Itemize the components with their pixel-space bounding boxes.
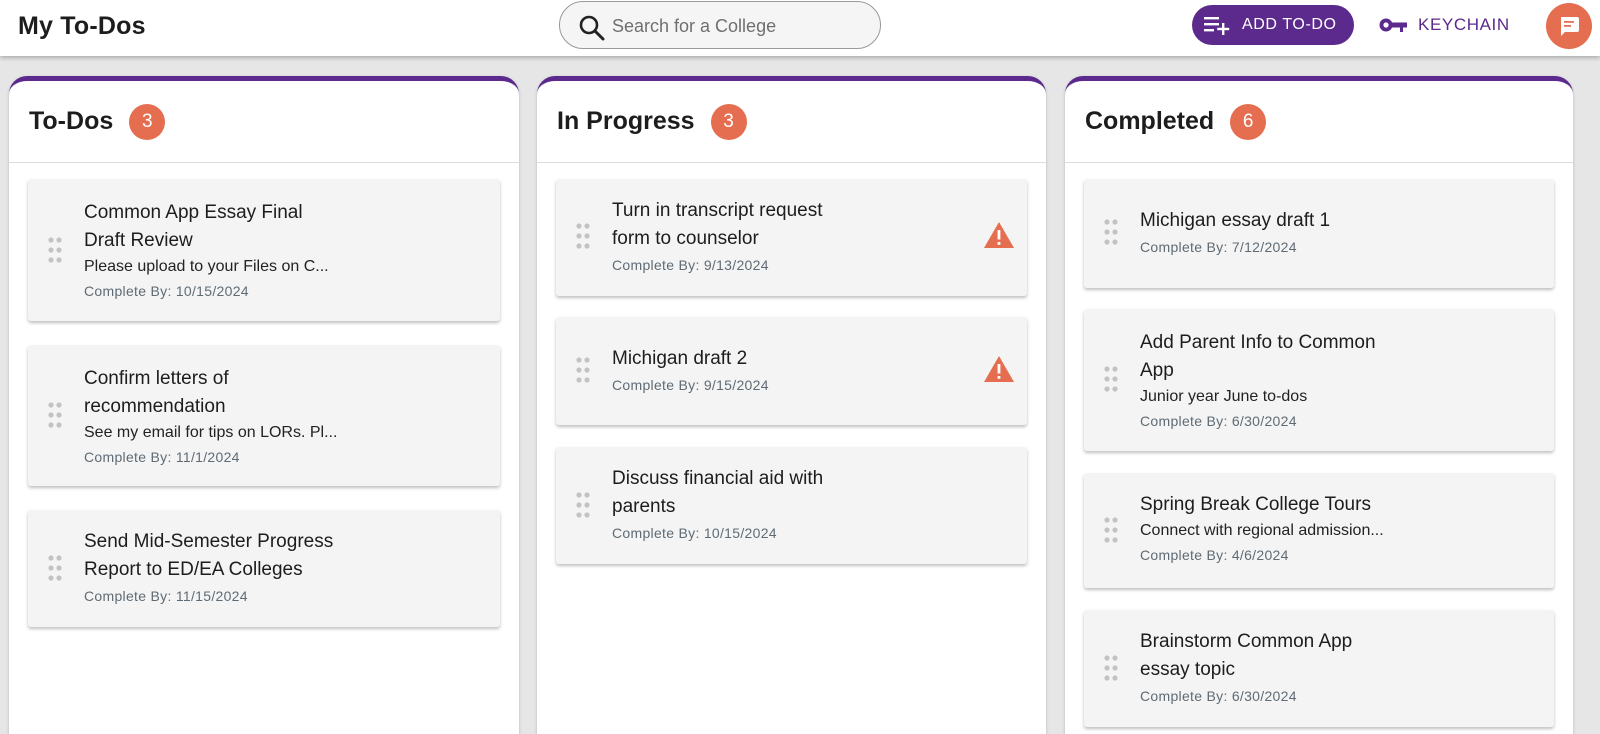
todo-card[interactable]: Common App Essay Final Draft Review Plea… [28,179,500,321]
column-in-progress: In Progress 3 Turn in transcript request… [537,76,1046,734]
card-title: Draft Review [84,230,193,251]
chat-icon [1561,17,1579,36]
column-header: To-Dos 3 [9,81,519,163]
card-due-date: Complete By: 11/1/2024 [84,449,240,465]
column-title: Completed [1085,107,1215,135]
card-due-date: Complete By: 7/12/2024 [1140,239,1297,255]
card-title: Add Parent Info to Common [1140,332,1376,353]
drag-handle-icon[interactable] [47,237,63,263]
todo-card[interactable]: Confirm letters of recommendation See my… [28,345,500,486]
college-search[interactable] [559,1,881,49]
app-header: My To-Dos ADD TO-DO KEYCHAIN [0,0,1600,56]
card-title: form to counselor [612,228,759,249]
drag-handle-icon[interactable] [575,492,591,518]
card-title: Discuss financial aid with [612,468,824,489]
drag-handle-icon[interactable] [47,555,63,581]
todo-card[interactable]: Spring Break College Tours Connect with … [1084,473,1554,588]
warning-triangle-icon [984,356,1014,382]
warning-triangle-icon [984,222,1014,248]
playlist-add-icon [1204,17,1230,35]
count-badge: 3 [710,103,747,140]
card-title: Confirm letters of [84,368,229,389]
drag-handle-icon[interactable] [47,402,63,428]
card-description: Junior year June to-dos [1140,388,1308,405]
count-badge: 3 [129,103,166,140]
card-title: parents [612,496,676,517]
drag-handle-icon[interactable] [1103,219,1119,245]
card-title: Michigan essay draft 1 [1140,210,1331,231]
card-title: Common App Essay Final [84,202,303,223]
todo-card[interactable]: Michigan draft 2 Complete By: 9/15/2024 [556,317,1027,425]
drag-handle-icon[interactable] [575,223,591,249]
page-title: My To-Dos [18,12,146,40]
drag-handle-icon[interactable] [1103,517,1119,543]
card-title: Michigan draft 2 [612,348,748,369]
card-due-date: Complete By: 6/30/2024 [1140,688,1297,704]
count-badge: 6 [1230,103,1267,140]
card-title: App [1140,360,1174,381]
card-title: Brainstorm Common App [1140,631,1353,652]
card-title: Spring Break College Tours [1140,494,1371,515]
card-title: essay topic [1140,659,1236,680]
card-due-date: Complete By: 9/13/2024 [612,257,769,273]
column-todos: To-Dos 3 Common App Essay Final Draft Re… [9,76,519,734]
keychain-label: KEYCHAIN [1418,15,1510,34]
drag-handle-icon[interactable] [1103,655,1119,681]
todo-card[interactable]: Brainstorm Common App essay topic Comple… [1084,610,1554,727]
search-icon [579,15,605,41]
todo-card[interactable]: Send Mid-Semester Progress Report to ED/… [28,510,500,627]
card-due-date: Complete By: 4/6/2024 [1140,547,1289,563]
card-title: recommendation [84,396,226,417]
drag-handle-icon[interactable] [575,357,591,383]
column-completed: Completed 6 Michigan essay draft 1 Compl… [1065,76,1573,734]
add-todo-label: ADD TO-DO [1242,16,1337,33]
column-header: Completed 6 [1065,81,1573,163]
card-title: Send Mid-Semester Progress [84,531,334,552]
add-todo-button[interactable]: ADD TO-DO [1192,5,1354,45]
card-due-date: Complete By: 9/15/2024 [612,377,769,393]
card-due-date: Complete By: 11/15/2024 [84,588,248,604]
todo-card[interactable]: Michigan essay draft 1 Complete By: 7/12… [1084,179,1554,288]
card-title: Report to ED/EA Colleges [84,559,303,580]
chat-button[interactable] [1546,3,1592,49]
card-due-date: Complete By: 10/15/2024 [612,525,777,541]
card-due-date: Complete By: 6/30/2024 [1140,413,1297,429]
todo-card[interactable]: Discuss financial aid with parents Compl… [556,447,1027,564]
search-input[interactable] [612,10,867,42]
card-title: Turn in transcript request [612,200,823,221]
key-icon [1379,18,1407,32]
card-due-date: Complete By: 10/15/2024 [84,283,249,299]
card-description: Please upload to your Files on C... [84,258,329,275]
todo-card[interactable]: Turn in transcript request form to couns… [556,179,1027,296]
card-description: See my email for tips on LORs. Pl... [84,424,338,441]
todo-card[interactable]: Add Parent Info to Common App Junior yea… [1084,309,1554,451]
column-title: In Progress [557,107,695,135]
column-header: In Progress 3 [537,81,1046,163]
drag-handle-icon[interactable] [1103,366,1119,392]
card-description: Connect with regional admission... [1140,522,1384,539]
keychain-button[interactable]: KEYCHAIN [1378,8,1510,42]
column-title: To-Dos [29,107,114,135]
